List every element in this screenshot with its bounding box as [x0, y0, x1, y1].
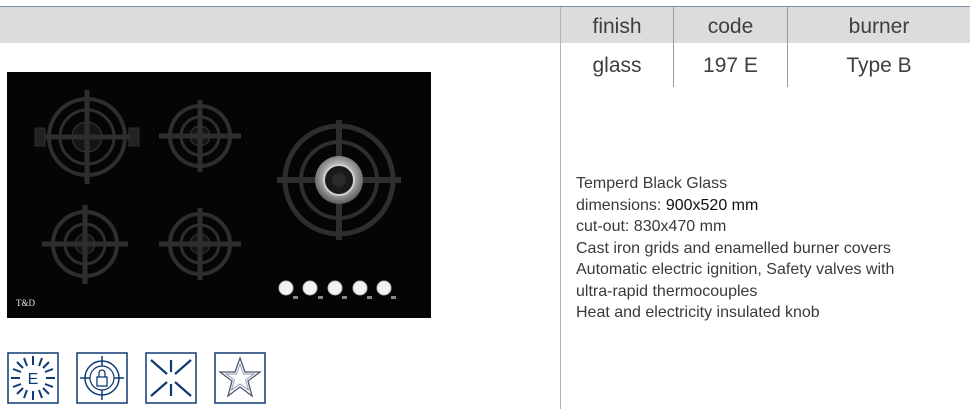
energy-letter: E — [28, 371, 39, 388]
spec-value-finish: glass — [592, 54, 642, 77]
desc-line-glass: Temperd Black Glass — [576, 175, 728, 192]
brand-mark: T&D — [16, 298, 35, 308]
dimensions-value: 900x520 mm — [665, 196, 759, 214]
desc-line-dimensions: dimensions: 900x520 mm — [576, 195, 966, 217]
glass-surface — [7, 72, 431, 318]
quality-star-icon — [214, 352, 266, 404]
desc-line-grids: Cast iron grids and enamelled burner cov… — [576, 239, 891, 257]
spec-header-finish: finish — [592, 15, 642, 38]
dimensions-label: dimensions: — [576, 196, 666, 214]
electric-ignition-icon — [145, 352, 197, 404]
column-divider — [560, 7, 561, 409]
spec-value-code: 197 E — [703, 54, 758, 77]
spec-table: finish glass code 197 E burner Type B — [561, 7, 970, 87]
energy-class-icon: E — [7, 352, 59, 404]
spec-column-code: code 197 E — [673, 7, 787, 87]
desc-line-ignition: Automatic electric ignition, Safety valv… — [576, 261, 895, 278]
desc-line-cutout: cut-out: 830x470 mm — [576, 218, 727, 235]
spec-header-burner: burner — [848, 15, 910, 38]
spec-column-burner: burner Type B — [787, 7, 970, 87]
product-description: Temperd Black Glass dimensions: 900x520 … — [576, 173, 966, 324]
cooktop-image: T&D — [7, 72, 431, 318]
gas-safety-lock-icon — [76, 352, 128, 404]
spec-header-code: code — [707, 15, 754, 38]
desc-line-thermocouples: ultra-rapid thermocouples — [576, 282, 758, 300]
spec-column-finish: finish glass — [561, 7, 673, 87]
spec-value-burner: Type B — [846, 54, 912, 77]
desc-line-knob: Heat and electricity insulated knob — [576, 304, 820, 321]
